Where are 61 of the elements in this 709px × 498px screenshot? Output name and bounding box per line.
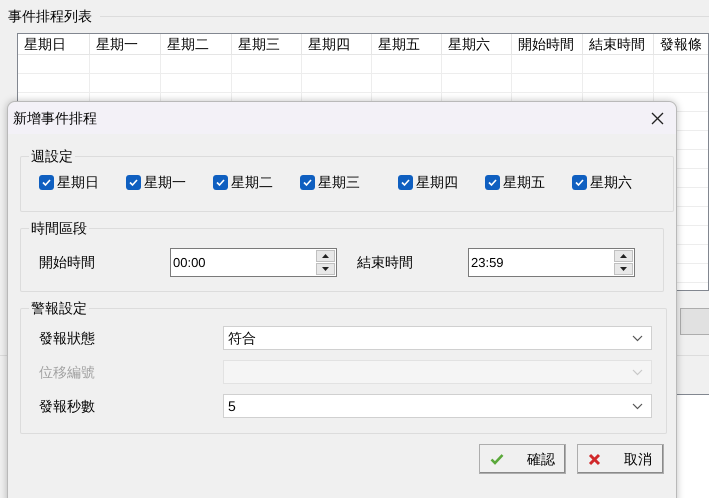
dialog-title: 新增事件排程	[13, 108, 97, 128]
checkbox[interactable]	[398, 175, 413, 190]
checkbox-label: 星期二	[231, 173, 273, 192]
chevron-down-icon	[632, 402, 643, 410]
checkmark-icon	[574, 177, 585, 188]
checkmark-icon	[215, 177, 226, 188]
column-header[interactable]: 星期二	[161, 34, 232, 54]
field-label: 發報狀態	[38, 328, 96, 348]
column-header[interactable]: 星期三	[232, 34, 302, 54]
group-title: 警報設定	[30, 299, 88, 318]
up-arrow-icon	[322, 254, 329, 258]
column-header[interactable]: 結束時間	[583, 34, 654, 54]
checkbox-label: 星期六	[590, 173, 632, 192]
checkbox-label: 星期日	[57, 173, 99, 192]
down-arrow-icon	[322, 267, 329, 271]
column-header[interactable]: 星期一	[90, 34, 161, 54]
chevron-down-icon	[632, 368, 643, 376]
checkbox[interactable]	[300, 175, 315, 190]
checkbox-label: 星期四	[416, 173, 458, 192]
checkmark-icon	[302, 177, 313, 188]
checkbox[interactable]	[39, 175, 54, 190]
checkbox[interactable]	[485, 175, 500, 190]
checkmark-icon	[128, 177, 139, 188]
time-spinner[interactable]: 00:00	[170, 248, 337, 277]
checkbox-label: 星期一	[144, 173, 186, 192]
checkbox[interactable]	[126, 175, 141, 190]
checkmark-icon	[400, 177, 411, 188]
confirm-button[interactable]: 確認	[479, 444, 566, 474]
dropdown[interactable]: 5	[223, 394, 652, 418]
close-icon[interactable]	[651, 112, 664, 124]
chevron-down-icon	[632, 334, 643, 342]
column-header[interactable]: 星期五	[372, 34, 442, 54]
spin-down-button[interactable]	[316, 263, 335, 275]
spin-down-button[interactable]	[614, 263, 633, 275]
spin-up-button[interactable]	[316, 250, 335, 262]
column-header[interactable]: 星期六	[442, 34, 512, 54]
checkmark-icon	[487, 177, 498, 188]
check-icon	[490, 453, 504, 465]
dropdown[interactable]: 符合	[223, 326, 652, 350]
checkbox-label: 星期五	[503, 173, 545, 192]
column-header[interactable]: 星期四	[302, 34, 372, 54]
group-title: 週設定	[30, 147, 74, 166]
time-spinner[interactable]: 23:59	[468, 248, 635, 277]
field-label: 開始時間	[38, 253, 96, 272]
checkbox[interactable]	[213, 175, 228, 190]
column-header[interactable]: 發報條	[654, 34, 708, 54]
group-title: 時間區段	[30, 219, 88, 238]
checkmark-icon	[41, 177, 52, 188]
down-arrow-icon	[620, 267, 627, 271]
field-label: 發報秒數	[38, 396, 96, 416]
checkbox-label: 星期三	[318, 173, 360, 192]
up-arrow-icon	[620, 254, 627, 258]
checkbox[interactable]	[572, 175, 587, 190]
cancel-button[interactable]: 取消	[577, 444, 664, 474]
group-title: 事件排程列表	[8, 7, 92, 26]
close-icon	[588, 452, 601, 466]
column-header[interactable]: 開始時間	[512, 34, 583, 54]
field-label: 位移編號	[38, 362, 96, 382]
column-header[interactable]: 星期日	[18, 34, 90, 54]
field-label: 結束時間	[356, 253, 414, 272]
spin-up-button[interactable]	[614, 250, 633, 262]
